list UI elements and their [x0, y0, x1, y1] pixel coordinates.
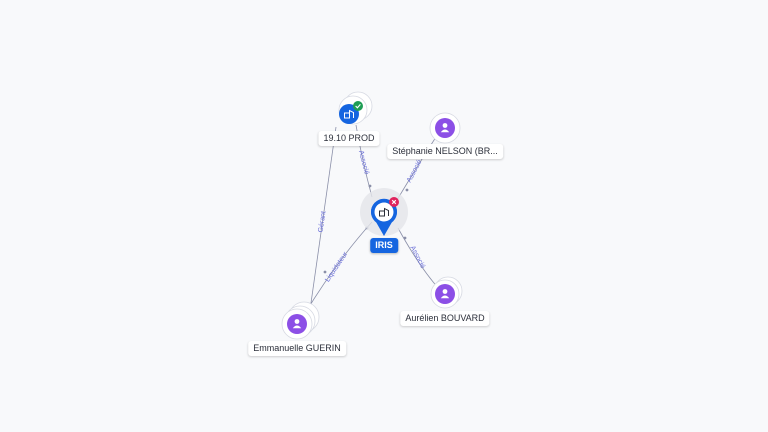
node-label-iris[interactable]: IRIS	[370, 238, 398, 253]
active-check-icon	[353, 101, 363, 111]
edge-label-aurelien-iris: Associé	[408, 245, 426, 270]
node-label-prod[interactable]: 19.10 PROD	[318, 131, 380, 146]
node-emmanuelle[interactable]	[281, 301, 320, 340]
node-stephanie[interactable]	[429, 112, 461, 144]
person-node-circle	[435, 284, 455, 304]
node-label-aurelien[interactable]: Aurélien BOUVARD	[400, 311, 490, 326]
edge-label-emmanuelle-iris: Liquidateur	[324, 250, 350, 283]
node-iris[interactable]	[360, 188, 408, 236]
edge-label-prod-iris: Associé	[357, 150, 370, 176]
node-label-stephanie[interactable]: Stéphanie NELSON (BR...	[387, 144, 503, 159]
person-node-circle	[287, 314, 307, 334]
edge-arrow	[403, 236, 407, 240]
edge-arrow	[405, 188, 409, 192]
node-label-emmanuelle[interactable]: Emmanuelle GUERIN	[248, 341, 346, 356]
person-node-circle	[435, 118, 455, 138]
edge-arrow	[323, 270, 327, 274]
edge-label-stephanie-iris: Associé	[406, 159, 424, 184]
relationship-graph: Associé Associé Associé Liquidateur Géra…	[281, 91, 463, 340]
edge-arrow	[368, 184, 372, 188]
edge-label-emmanuelle-prod: Gérant	[318, 211, 328, 233]
node-aurelien[interactable]	[430, 276, 463, 309]
node-prod[interactable]	[338, 91, 373, 125]
